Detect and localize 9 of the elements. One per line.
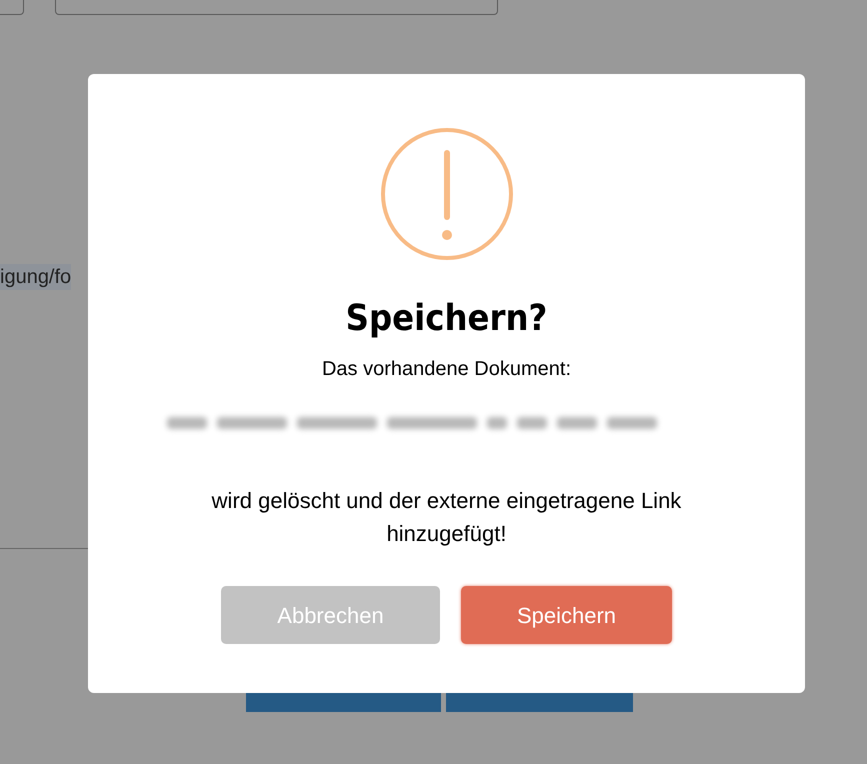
save-button[interactable]: Speichern [461, 586, 672, 644]
dialog-detail: wird gelöscht und der externe eingetragene Link hinzugefügt! [210, 487, 682, 548]
warning-icon [380, 127, 514, 261]
input-field[interactable] [55, 0, 498, 15]
path-text: igung/fo [0, 264, 72, 290]
cancel-button[interactable]: Abbrechen [221, 586, 440, 644]
input-field[interactable] [0, 0, 24, 15]
dialog-message: Das vorhandene Dokument: [322, 357, 572, 382]
dialog-title: Speichern? [346, 297, 548, 341]
